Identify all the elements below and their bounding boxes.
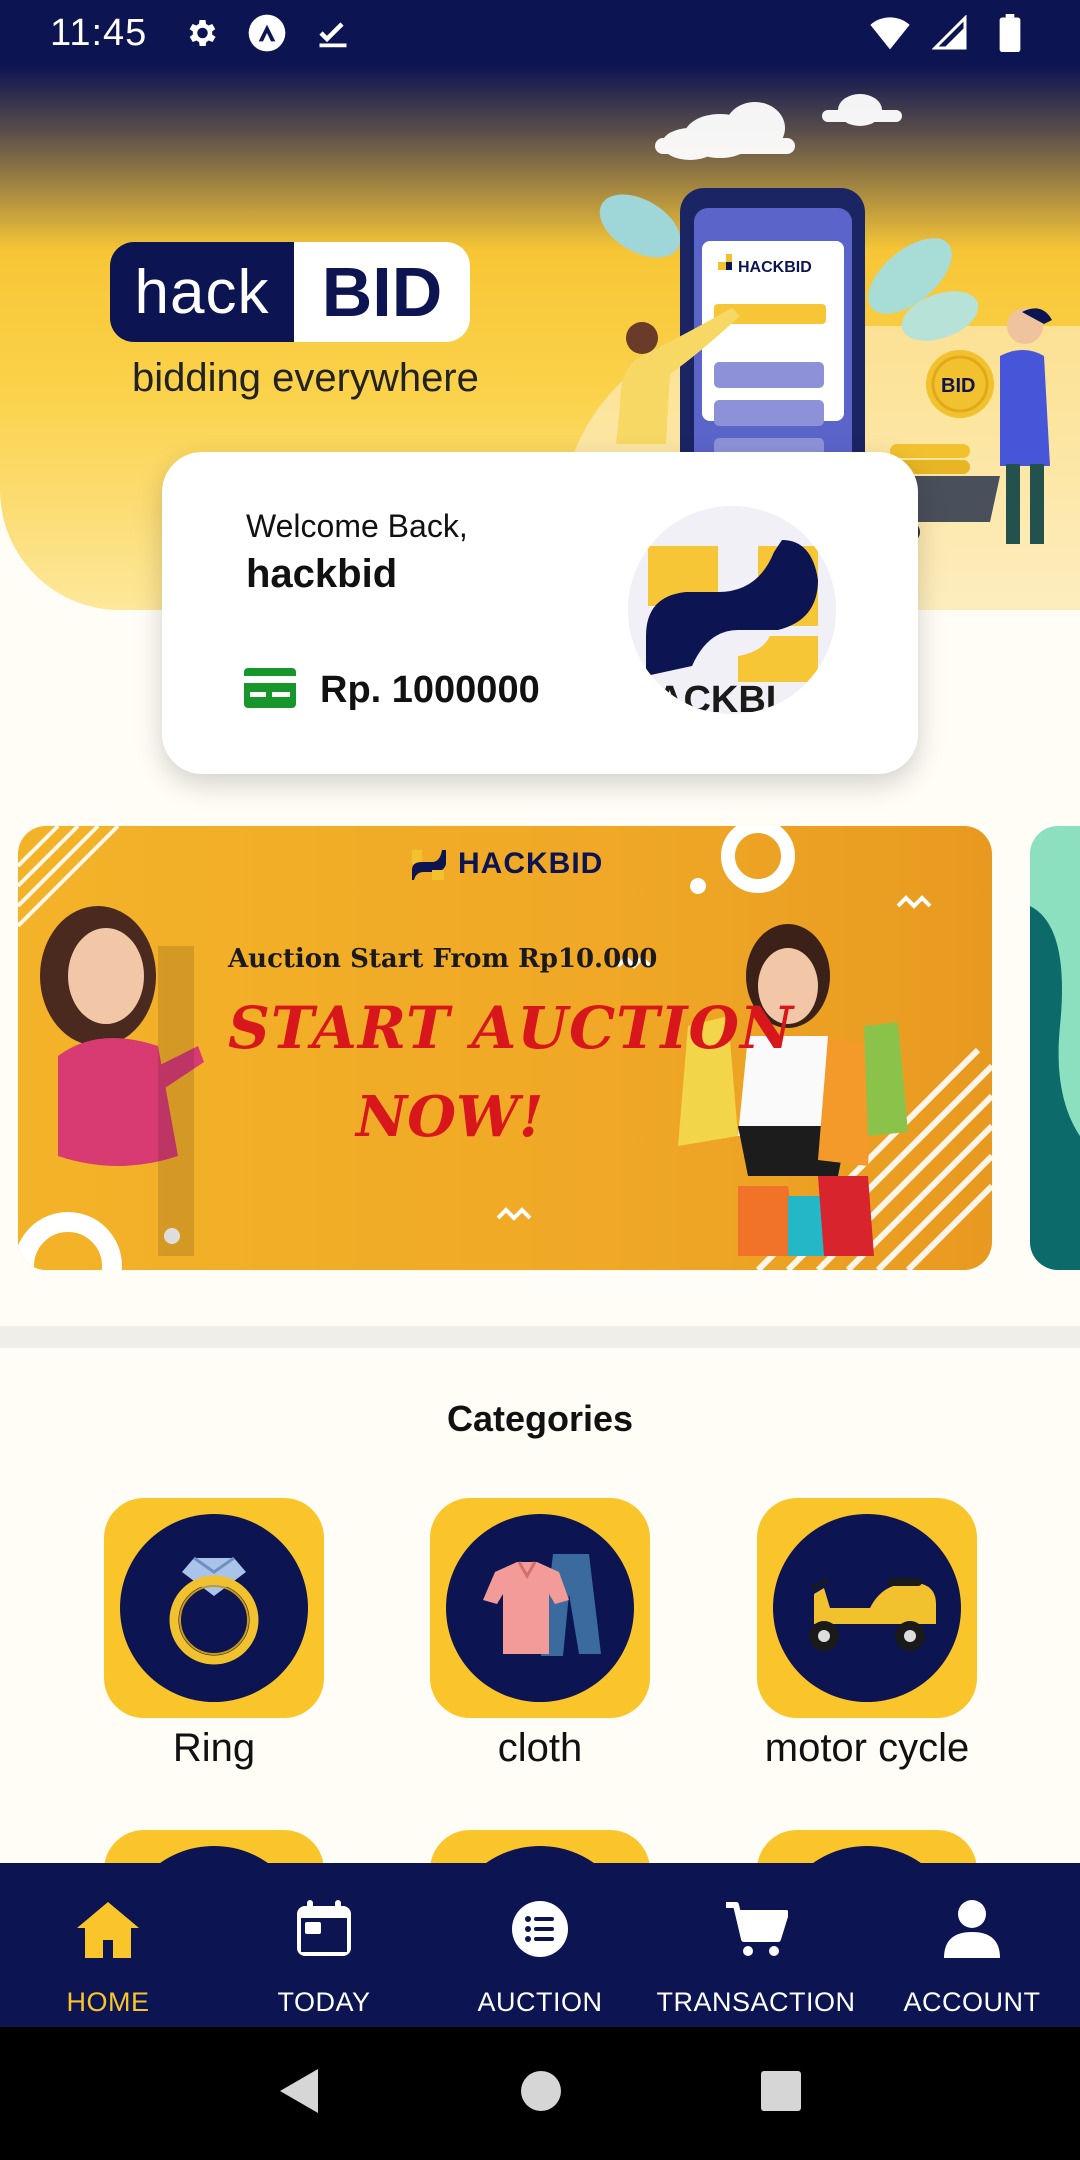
- wifi-icon: [870, 13, 910, 53]
- banner-logo-icon: [412, 850, 446, 880]
- calendar-icon: [288, 1893, 360, 1965]
- nav-transaction[interactable]: TRANSACTION: [648, 1863, 864, 2027]
- nav-auction[interactable]: AUCTION: [432, 1863, 648, 2027]
- banner-next-decoration: [1030, 906, 1080, 1270]
- app-tagline: bidding everywhere: [132, 356, 479, 400]
- welcome-greeting: Welcome Back,: [246, 508, 468, 544]
- balance-amount: Rp. 1000000: [320, 669, 540, 711]
- cart-icon: [720, 1893, 792, 1965]
- section-divider: [0, 1326, 1080, 1348]
- status-time: 11:45: [50, 11, 148, 54]
- person-icon: [936, 1893, 1008, 1965]
- list-icon: [504, 1893, 576, 1965]
- category-tile: [104, 1498, 324, 1718]
- logo-hack-text: hack: [110, 242, 294, 342]
- motorcycle-icon: [773, 1514, 961, 1702]
- categories-title: Categories: [446, 1398, 634, 1439]
- credit-card-icon: [244, 668, 296, 713]
- illustration-bid-badge: BID: [941, 375, 975, 397]
- status-icons-left: [181, 13, 353, 53]
- category-ring[interactable]: Ring: [104, 1498, 324, 1771]
- app-logo: hack BID: [110, 242, 470, 342]
- promo-banner-next[interactable]: [1030, 826, 1080, 1270]
- promo-banner[interactable]: HACKBID Auction Start From Rp10.000 STAR…: [18, 826, 992, 1270]
- logo-bid-text: BID: [294, 242, 470, 342]
- hackbid-logo-icon: ACKBI: [628, 506, 836, 714]
- a-logo-icon: [247, 13, 287, 53]
- home-icon: [72, 1893, 144, 1965]
- category-tile: [757, 1498, 977, 1718]
- category-cloth[interactable]: cloth: [430, 1498, 650, 1771]
- status-icons-right: [870, 13, 1030, 53]
- svg-text:ACKBI: ACKBI: [656, 679, 776, 714]
- battery-icon: [990, 13, 1030, 53]
- balance-row: Rp. 1000000: [244, 668, 540, 713]
- banner-title-now: NOW!: [356, 1084, 544, 1150]
- ring-icon: [120, 1514, 308, 1702]
- username: hackbid: [246, 552, 398, 596]
- category-tile: [430, 1498, 650, 1718]
- category-motor-cycle[interactable]: motor cycle: [757, 1498, 977, 1771]
- gear-icon: [181, 13, 221, 53]
- category-label: cloth: [497, 1726, 583, 1770]
- status-bar: 11:45: [0, 0, 1080, 66]
- home-circle-icon[interactable]: [519, 2069, 563, 2118]
- nav-today[interactable]: TODAY: [216, 1863, 432, 2027]
- category-label: motor cycle: [764, 1726, 970, 1770]
- back-icon[interactable]: [278, 2067, 322, 2120]
- cloth-icon: [446, 1514, 634, 1702]
- signal-icon: [930, 13, 970, 53]
- illustration-brand: HACKBID: [738, 259, 812, 276]
- nav-account[interactable]: ACCOUNT: [864, 1863, 1080, 2027]
- banner-brand: HACKBID: [408, 844, 603, 884]
- banner-subtitle: Auction Start From Rp10.000: [228, 944, 658, 974]
- banner-title: START AUCTION: [228, 994, 794, 1062]
- recents-icon[interactable]: [760, 2070, 802, 2117]
- category-label: Ring: [172, 1726, 256, 1770]
- nav-home[interactable]: HOME: [0, 1863, 216, 2027]
- system-nav-bar: [0, 2027, 1080, 2160]
- bottom-nav: HOME TODAY AUCTION TRANSACTION ACCOUNT: [0, 1863, 1080, 2027]
- welcome-card: Welcome Back, hackbid Rp. 1000000 ACKBI: [162, 452, 918, 774]
- avatar[interactable]: ACKBI: [628, 506, 836, 714]
- check-icon: [313, 13, 353, 53]
